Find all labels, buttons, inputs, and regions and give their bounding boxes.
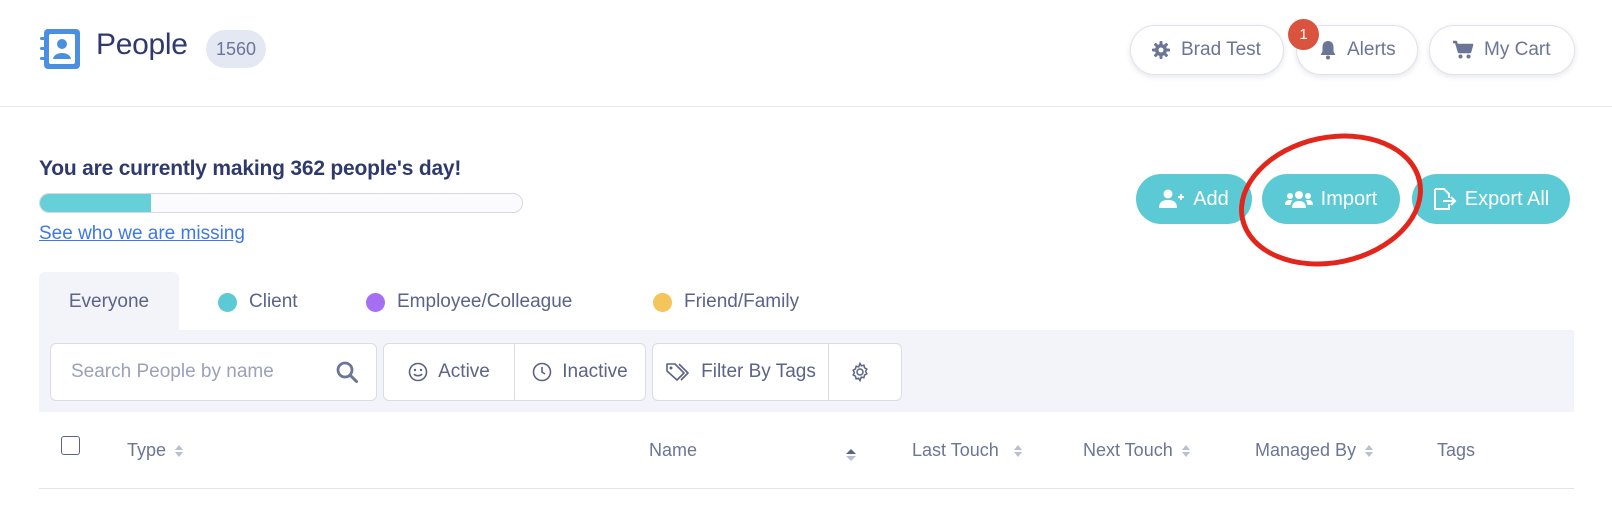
see-missing-link[interactable]: See who we are missing — [39, 223, 245, 245]
column-label: Name — [649, 440, 698, 460]
tab-employee-colleague[interactable]: Employee/Colleague — [366, 272, 572, 332]
column-label: Next Touch — [1083, 440, 1173, 460]
column-next-touch[interactable]: Next Touch — [1083, 440, 1191, 461]
people-count-badge: 1560 — [206, 30, 267, 68]
import-label: Import — [1320, 187, 1378, 210]
export-all-button[interactable]: Export All — [1412, 174, 1570, 224]
add-label: Add — [1193, 187, 1229, 210]
search-icon[interactable] — [336, 361, 358, 383]
clock-icon — [532, 362, 552, 382]
add-person-button[interactable]: Add — [1136, 174, 1252, 224]
file-export-icon — [1433, 188, 1457, 210]
page-title: People — [96, 28, 188, 61]
column-type[interactable]: Type — [127, 440, 184, 461]
bell-icon — [1320, 41, 1336, 60]
gear-icon — [852, 362, 868, 382]
column-label: Last Touch — [912, 440, 999, 460]
user-plus-icon — [1159, 189, 1185, 208]
tab-label: Everyone — [68, 291, 150, 312]
tab-label: Client — [249, 291, 298, 312]
cart-label: My Cart — [1484, 39, 1551, 60]
column-last-touch[interactable]: Last Touch — [912, 440, 1023, 461]
engagement-message: You are currently making 362 people's da… — [39, 157, 462, 180]
smile-icon — [408, 362, 428, 382]
export-label: Export All — [1464, 187, 1550, 210]
tab-everyone[interactable]: Everyone — [39, 272, 179, 332]
search-box: Search People by name — [50, 343, 377, 401]
column-managed-by[interactable]: Managed By — [1255, 440, 1374, 461]
select-all-checkbox[interactable] — [61, 436, 80, 455]
progress-fill — [40, 194, 151, 212]
inactive-label: Inactive — [562, 361, 628, 382]
tab-friend-family[interactable]: Friend/Family — [653, 272, 799, 332]
friend-color-dot — [653, 292, 672, 312]
sort-icon — [175, 444, 184, 457]
sort-icon — [1365, 444, 1374, 457]
tab-label: Employee/Colleague — [397, 291, 573, 312]
alerts-label: Alerts — [1347, 39, 1396, 60]
tab-label: Friend/Family — [684, 291, 800, 312]
user-menu-button[interactable]: Brad Test — [1130, 25, 1284, 75]
user-name-label: Brad Test — [1181, 39, 1261, 60]
search-input[interactable]: Search People by name — [71, 344, 274, 400]
column-label: Tags — [1437, 440, 1476, 460]
contact-book-icon — [40, 29, 80, 69]
users-icon — [1284, 191, 1313, 208]
active-label: Active — [438, 361, 490, 382]
gear-icon — [1152, 41, 1170, 59]
client-color-dot — [218, 292, 237, 312]
import-button[interactable]: Import — [1262, 174, 1400, 224]
inactive-filter-button[interactable]: Inactive — [515, 344, 645, 400]
filter-toolbar: Search People by name Active Inactive Fi… — [39, 330, 1574, 412]
column-label: Managed By — [1255, 440, 1357, 460]
people-table-header: Type Name Last Touch Next Touch Managed … — [39, 418, 1574, 489]
top-header: People 1560 Brad Test 1 Alerts My Cart — [0, 0, 1612, 107]
cart-icon — [1453, 40, 1474, 59]
cart-button[interactable]: My Cart — [1429, 25, 1575, 75]
filter-by-tags-button[interactable]: Filter By Tags — [653, 344, 829, 400]
engagement-progress-bar — [39, 193, 523, 213]
column-label: Type — [127, 440, 167, 460]
tags-icon — [666, 363, 689, 381]
column-tags[interactable]: Tags — [1437, 440, 1475, 461]
tag-filter-group: Filter By Tags — [652, 343, 902, 401]
column-name[interactable]: Name — [649, 440, 697, 461]
status-filter-group: Active Inactive — [383, 343, 646, 401]
sort-icon — [1013, 444, 1022, 457]
alerts-count-badge: 1 — [1288, 19, 1319, 50]
sort-icon[interactable] — [845, 448, 857, 462]
sort-icon — [1181, 444, 1190, 457]
tags-label: Filter By Tags — [701, 361, 816, 382]
active-filter-button[interactable]: Active — [384, 344, 515, 400]
employee-color-dot — [366, 292, 385, 312]
settings-button[interactable] — [829, 344, 901, 400]
tab-client[interactable]: Client — [218, 272, 298, 332]
